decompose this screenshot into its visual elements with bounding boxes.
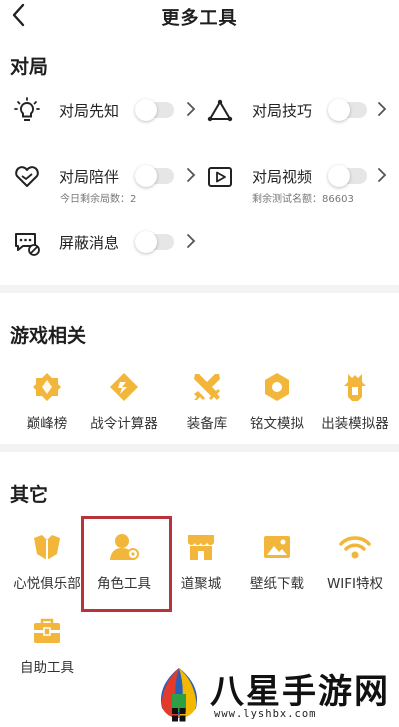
other-tool-club[interactable]: 心悦俱乐部 bbox=[8, 530, 86, 592]
equipment-swords-icon bbox=[190, 370, 224, 404]
section-divider bbox=[0, 444, 399, 452]
companion-toggle[interactable] bbox=[135, 165, 174, 187]
other-tool-label: 心悦俱乐部 bbox=[13, 576, 81, 592]
chevron-right-icon bbox=[185, 165, 197, 185]
chevron-right-icon bbox=[376, 165, 388, 185]
page-title: 更多工具 bbox=[161, 8, 238, 29]
other-tool-label: 自助工具 bbox=[20, 660, 74, 676]
watermark: 八星手游网 www.lyshbx.com bbox=[150, 660, 399, 727]
match-tool-label: 对局视频 bbox=[252, 168, 313, 186]
game-tool-battle-pass-calculator[interactable]: 战令计算器 bbox=[85, 370, 163, 432]
inscription-icon bbox=[260, 370, 294, 404]
section-title-other: 其它 bbox=[10, 484, 49, 506]
message-block-icon bbox=[13, 229, 41, 257]
other-tool-self-service[interactable]: 自助工具 bbox=[8, 614, 86, 676]
match-tool-label: 屏蔽消息 bbox=[59, 234, 120, 252]
match-tool-label: 对局先知 bbox=[59, 102, 120, 120]
other-tool-wallpaper[interactable]: 壁纸下载 bbox=[238, 530, 316, 592]
triangle-nodes-icon bbox=[206, 97, 234, 125]
battle-pass-calculator-icon bbox=[107, 370, 141, 404]
section-title-game: 游戏相关 bbox=[10, 325, 87, 347]
other-tool-label: WIFI特权 bbox=[326, 576, 384, 592]
section-title-match: 对局 bbox=[10, 56, 49, 78]
lightbulb-icon bbox=[13, 97, 41, 125]
game-tool-equipment[interactable]: 装备库 bbox=[168, 370, 246, 432]
chevron-right-icon bbox=[185, 231, 197, 251]
section-divider bbox=[0, 285, 399, 293]
block-messages-toggle[interactable] bbox=[135, 231, 174, 253]
video-play-icon bbox=[206, 163, 234, 191]
windows-logo-icon bbox=[172, 708, 186, 722]
match-tool-tips[interactable]: 对局技巧 bbox=[206, 97, 396, 137]
peak-rank-icon bbox=[30, 370, 64, 404]
game-tool-label: 装备库 bbox=[186, 416, 228, 432]
match-tool-foresight[interactable]: 对局先知 bbox=[13, 97, 203, 137]
highlight-frame bbox=[81, 516, 172, 612]
watermark-text: 八星手游网 bbox=[210, 672, 390, 712]
game-tool-inscription[interactable]: 铭文模拟 bbox=[238, 370, 316, 432]
match-tool-label: 对局技巧 bbox=[252, 102, 313, 120]
game-tool-label: 铭文模拟 bbox=[250, 416, 304, 432]
chevron-right-icon bbox=[376, 99, 388, 119]
video-toggle[interactable] bbox=[328, 165, 367, 187]
wifi-icon bbox=[338, 530, 372, 564]
video-remaining-quota: 剩余测试名额：86603 bbox=[252, 194, 354, 205]
companion-remaining-count: 今日剩余局数：2 bbox=[60, 194, 137, 205]
chevron-right-icon bbox=[185, 99, 197, 119]
foresight-toggle[interactable] bbox=[135, 99, 174, 121]
build-simulator-icon bbox=[338, 370, 372, 404]
other-tool-label: 道聚城 bbox=[180, 576, 222, 592]
club-icon bbox=[30, 530, 64, 564]
heart-icon bbox=[13, 163, 41, 191]
match-tool-label: 对局陪伴 bbox=[59, 168, 120, 186]
tips-toggle[interactable] bbox=[328, 99, 367, 121]
other-tool-wifi[interactable]: WIFI特权 bbox=[316, 530, 394, 592]
other-tool-store[interactable]: 道聚城 bbox=[162, 530, 240, 592]
match-tool-video[interactable]: 对局视频 剩余测试名额：86603 bbox=[206, 163, 396, 209]
wallpaper-icon bbox=[260, 530, 294, 564]
top-bar: 更多工具 bbox=[0, 0, 399, 32]
match-tool-companion[interactable]: 对局陪伴 今日剩余局数：2 bbox=[13, 163, 203, 209]
game-tool-label: 战令计算器 bbox=[90, 416, 158, 432]
other-tool-label: 壁纸下载 bbox=[250, 576, 304, 592]
game-tool-label: 巅峰榜 bbox=[26, 416, 68, 432]
match-tool-block-messages[interactable]: 屏蔽消息 bbox=[13, 229, 203, 269]
game-tool-build-simulator[interactable]: 出装模拟器 bbox=[316, 370, 394, 432]
toolbox-icon bbox=[30, 614, 64, 648]
store-icon bbox=[184, 530, 218, 564]
game-tool-peak-rank[interactable]: 巅峰榜 bbox=[8, 370, 86, 432]
game-tool-label: 出装模拟器 bbox=[321, 416, 389, 432]
watermark-url: www.lyshbx.com bbox=[214, 708, 317, 720]
